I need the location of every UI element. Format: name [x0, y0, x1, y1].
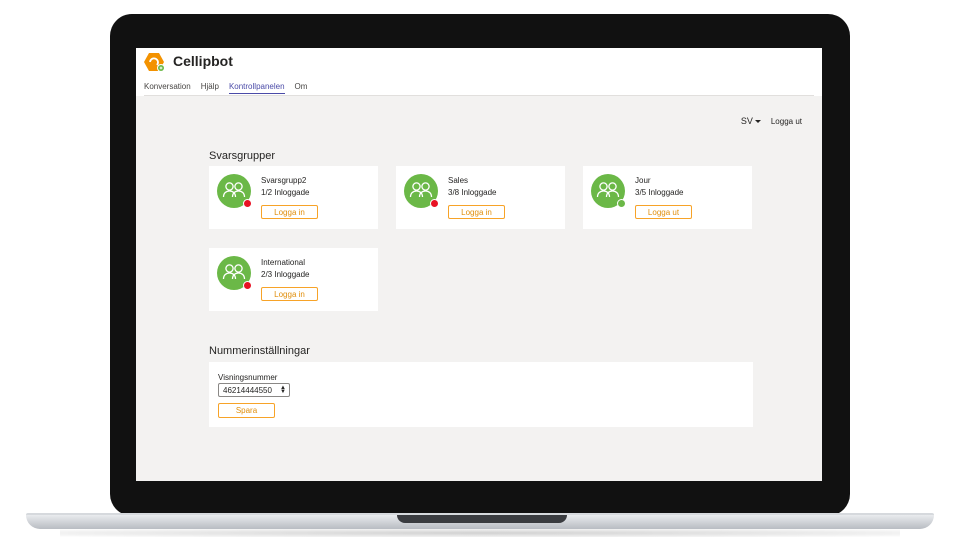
group-logged-in-count: 1/2 Inloggade	[261, 188, 310, 197]
login-button[interactable]: Logga in	[448, 205, 505, 219]
nav-divider	[144, 95, 814, 96]
top-right-toolbar: SV Logga ut	[741, 116, 802, 126]
tab-kontrollpanelen[interactable]: Kontrollpanelen	[228, 82, 285, 94]
group-logged-in-count: 3/8 Inloggade	[448, 188, 497, 197]
number-settings-title: Nummerinställningar	[209, 345, 310, 357]
logout-button[interactable]: Logga ut	[635, 205, 692, 219]
app-header: Cellipbot Konversation Hjälp Kontrollpan…	[136, 48, 822, 96]
group-logged-in-count: 2/3 Inloggade	[261, 270, 310, 279]
display-number-label: Visningsnummer	[218, 373, 278, 382]
laptop-shadow	[60, 529, 900, 537]
tab-konversation[interactable]: Konversation	[144, 82, 191, 94]
selected-number: 46214444550	[223, 385, 272, 395]
groups-section-title: Svarsgrupper	[209, 150, 276, 162]
tab-hjalp[interactable]: Hjälp	[201, 82, 219, 94]
group-card: Jour 3/5 Inloggade Logga ut	[583, 166, 752, 229]
group-name: Svarsgrupp2	[261, 176, 307, 185]
save-button[interactable]: Spara	[218, 403, 275, 418]
caret-down-icon	[754, 119, 761, 123]
status-badge-offline	[430, 199, 439, 208]
login-button[interactable]: Logga in	[261, 205, 318, 219]
status-badge-offline	[243, 281, 252, 290]
app-title: Cellipbot	[173, 53, 233, 69]
login-button[interactable]: Logga in	[261, 287, 318, 301]
group-card: International 2/3 Inloggade Logga in	[209, 248, 378, 311]
group-name: Jour	[635, 176, 651, 185]
updown-arrows-icon: ▲ ▼	[280, 385, 286, 395]
number-settings-panel: Visningsnummer 46214444550 ▲ ▼ Spara	[209, 362, 753, 427]
laptop-notch	[397, 515, 567, 523]
language-label: SV	[740, 116, 753, 126]
group-card: Sales 3/8 Inloggade Logga in	[396, 166, 565, 229]
group-logged-in-count: 3/5 Inloggade	[635, 188, 684, 197]
display-number-select[interactable]: 46214444550 ▲ ▼	[218, 383, 290, 397]
status-badge-online	[617, 199, 626, 208]
group-name: Sales	[448, 176, 469, 185]
tab-om[interactable]: Om	[295, 82, 308, 94]
status-badge-offline	[243, 199, 252, 208]
logout-link[interactable]: Logga ut	[771, 117, 802, 126]
language-selector[interactable]: SV	[741, 116, 761, 126]
app-screen: Cellipbot Konversation Hjälp Kontrollpan…	[136, 48, 822, 481]
group-name: International	[261, 258, 306, 267]
main-nav: Konversation Hjälp Kontrollpanelen Om	[144, 82, 307, 94]
group-card: Svarsgrupp2 1/2 Inloggade Logga in	[209, 166, 378, 229]
cellipbot-logo-icon	[144, 53, 165, 72]
